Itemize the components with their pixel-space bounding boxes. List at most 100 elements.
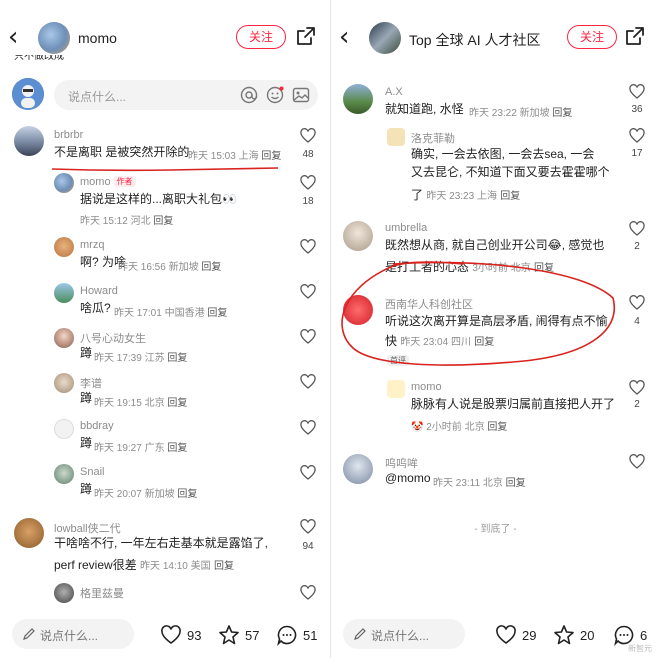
commenter-avatar[interactable] <box>343 454 373 484</box>
like-icon[interactable] <box>629 128 645 143</box>
commenter-avatar[interactable] <box>54 464 74 484</box>
share-icon[interactable] <box>625 26 645 46</box>
like-icon[interactable] <box>629 454 645 469</box>
comment-time: 昨天 20:07 新加坡 <box>94 489 175 500</box>
reply-button[interactable]: 回复 <box>487 422 507 433</box>
commenter-avatar[interactable] <box>387 128 405 146</box>
bottom-input-placeholder: 说点什么... <box>371 629 430 643</box>
like-icon[interactable] <box>300 128 316 143</box>
like-icon[interactable] <box>300 585 316 600</box>
annotation-underline <box>51 167 279 172</box>
reply-button[interactable]: 回复 <box>552 108 572 119</box>
share-icon[interactable] <box>296 26 316 46</box>
commenter-avatar[interactable] <box>54 419 74 439</box>
commenter-avatar[interactable] <box>54 583 74 603</box>
reply-button[interactable]: 回复 <box>214 561 234 572</box>
like-icon[interactable] <box>300 175 316 190</box>
reply-button[interactable]: 回复 <box>167 353 187 364</box>
image-icon[interactable] <box>292 86 310 104</box>
commenter-avatar[interactable] <box>54 373 74 393</box>
mention-icon[interactable] <box>240 86 258 104</box>
like-icon[interactable] <box>300 329 316 344</box>
like-icon[interactable] <box>300 284 316 299</box>
commenter-name[interactable]: 洛克菲勒 <box>411 130 455 146</box>
commenter-name[interactable]: Snail <box>80 466 104 478</box>
reply-button[interactable]: 回复 <box>153 216 173 227</box>
star-icon <box>219 625 239 645</box>
comment-text: 啥瓜? <box>80 301 111 315</box>
back-button[interactable]: ‹ <box>8 24 30 52</box>
like-icon[interactable] <box>300 420 316 435</box>
commenter-avatar[interactable] <box>54 173 74 193</box>
author-avatar[interactable] <box>38 22 70 54</box>
comment-text: 脉脉有人说是股票归属前直接把人开了 <box>411 397 616 411</box>
like-icon[interactable] <box>300 519 316 534</box>
like-icon[interactable] <box>629 221 645 236</box>
commenter-avatar[interactable] <box>14 126 44 156</box>
commenter-avatar[interactable] <box>343 221 373 251</box>
follow-button[interactable]: 关注 <box>567 25 617 49</box>
commenter-avatar[interactable] <box>14 518 44 548</box>
comment-meta: 昨天 15:12 河北 回复 <box>80 212 173 227</box>
commenter-name[interactable]: brbrbr <box>54 129 83 141</box>
comment-text-line1: 既然想从商, 就自己创业开公司😂, 感觉也 <box>385 238 605 252</box>
commenter-name[interactable]: Howard <box>80 285 118 297</box>
collect-stat[interactable]: 57 <box>218 624 259 646</box>
bottom-comment-input[interactable]: 说点什么... <box>343 619 465 649</box>
commenter-avatar[interactable] <box>54 237 74 257</box>
commenter-name[interactable]: bbdray <box>80 420 114 432</box>
comment-input[interactable]: 说点什么... <box>54 80 318 110</box>
like-total: 93 <box>187 627 202 643</box>
reply-button[interactable]: 回复 <box>261 151 281 162</box>
like-icon[interactable] <box>629 84 645 99</box>
like-icon[interactable] <box>300 239 316 254</box>
like-icon[interactable] <box>300 374 316 389</box>
heart-icon <box>161 625 181 644</box>
community-avatar[interactable] <box>369 22 401 54</box>
like-icon[interactable] <box>300 465 316 480</box>
like-stat[interactable]: 29 <box>495 624 536 646</box>
bottom-comment-input[interactable]: 说点什么... <box>12 619 134 649</box>
comment-meta: 昨天 16:56 新加坡 回复 <box>118 258 221 273</box>
annotation-circle <box>341 261 615 366</box>
commenter-avatar[interactable] <box>343 84 373 114</box>
commenter-avatar[interactable] <box>54 283 74 303</box>
comment-meta: 🤡 2小时前 北京 回复 <box>411 418 507 433</box>
comment-total: 51 <box>303 627 318 643</box>
reply-button[interactable]: 回复 <box>506 478 526 489</box>
comment-text-line1: 确实, 一会去依图, 一会去sea, 一会 <box>411 147 595 161</box>
commenter-name[interactable]: 格里兹曼 <box>80 585 124 601</box>
like-icon[interactable] <box>629 295 645 310</box>
pen-icon <box>23 628 35 640</box>
comment-meta: 昨天 19:27 广东 回复 <box>94 439 187 454</box>
like-icon[interactable] <box>629 380 645 395</box>
reply-button[interactable]: 回复 <box>201 262 221 273</box>
reply-button[interactable]: 回复 <box>207 308 227 319</box>
comment-meta: 了 昨天 23:23 上海 回复 <box>411 186 520 203</box>
reply-button[interactable]: 回复 <box>167 443 187 454</box>
commenter-avatar[interactable] <box>387 380 405 398</box>
emoji-icon[interactable] <box>266 86 284 104</box>
commenter-name[interactable]: A.X <box>385 86 403 98</box>
comment-text: @momo <box>385 471 431 485</box>
follow-button[interactable]: 关注 <box>236 25 286 49</box>
commenter-name[interactable]: mrzq <box>80 239 104 251</box>
commenter-name-text[interactable]: momo <box>80 176 111 188</box>
community-name[interactable]: Top 全球 AI 人才社区 <box>409 30 540 50</box>
like-count: 17 <box>631 148 643 159</box>
like-stat[interactable]: 93 <box>160 624 201 646</box>
reply-button[interactable]: 回复 <box>500 191 520 202</box>
commenter-name[interactable]: umbrella <box>385 222 427 234</box>
comment-meta: 昨天 20:07 新加坡 回复 <box>94 485 197 500</box>
commenter-name[interactable]: momo <box>411 381 442 393</box>
author-name[interactable]: momo <box>78 30 117 46</box>
comment-meta: 昨天 15:03 上海 回复 <box>188 147 281 162</box>
bottom-input-placeholder: 说点什么... <box>40 629 99 643</box>
back-button[interactable]: ‹ <box>339 24 361 52</box>
comment-stat[interactable]: 51 <box>276 624 317 646</box>
collect-stat[interactable]: 20 <box>553 624 594 646</box>
comment-meta: 昨天 23:11 北京 回复 <box>433 474 526 489</box>
reply-button[interactable]: 回复 <box>177 489 197 500</box>
commenter-avatar[interactable] <box>54 328 74 348</box>
reply-button[interactable]: 回复 <box>167 398 187 409</box>
